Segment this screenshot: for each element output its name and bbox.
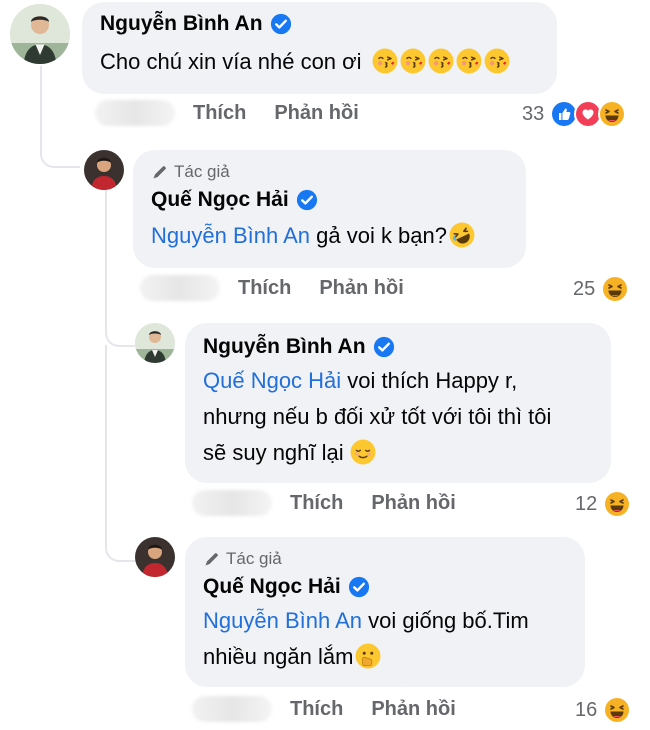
comment-text: Nguyễn Bình An voi giống bố.Tim nhiều ng…: [203, 608, 529, 669]
verified-badge-icon: [296, 189, 318, 211]
like-button[interactable]: Thích: [238, 277, 291, 300]
pen-icon: [151, 163, 169, 181]
comment-actions: Thích Phản hồi: [140, 275, 432, 301]
comment-bubble: Nguyễn Bình An Cho chú xin vía nhé con ơ…: [82, 2, 557, 94]
reaction-count: 12: [575, 492, 598, 515]
comment-bubble: Nguyễn Bình An Quế Ngọc Hải voi thích Ha…: [185, 323, 611, 483]
like-button[interactable]: Thích: [290, 492, 343, 515]
kiss-face-icon: [372, 48, 398, 74]
thread-line: [105, 345, 135, 562]
haha-reaction-icon: [598, 100, 627, 128]
reaction-count: 25: [573, 277, 596, 300]
like-button[interactable]: Thích: [193, 102, 246, 125]
reply-button[interactable]: Phản hồi: [371, 698, 455, 721]
comment-text: Cho chú xin vía nhé con ơi: [100, 44, 539, 80]
commenter-name[interactable]: Quế Ngọc Hải: [151, 188, 289, 212]
reply-button[interactable]: Phản hồi: [371, 492, 455, 515]
comment-actions: Thích Phản hồi: [192, 696, 484, 722]
verified-badge-icon: [373, 336, 395, 358]
avatar-image: [135, 537, 175, 577]
mention-link[interactable]: Quế Ngọc Hải: [203, 368, 341, 393]
reaction-count: 33: [522, 102, 545, 125]
like-button[interactable]: Thích: [290, 698, 343, 721]
reaction-summary[interactable]: 16: [575, 696, 632, 724]
comment-actions: Thích Phản hồi: [192, 490, 484, 516]
thread-line: [105, 190, 135, 347]
verified-badge-icon: [270, 13, 292, 35]
blurred-timestamp: [140, 275, 220, 301]
avatar[interactable]: [84, 150, 124, 190]
rofl-face-icon: [449, 222, 475, 248]
comment-bubble: Tác giả Quế Ngọc Hải Nguyễn Bình An voi …: [185, 537, 585, 687]
avatar-image: [10, 4, 70, 64]
verified-badge-icon: [348, 576, 370, 598]
kiss-face-icon: [484, 48, 510, 74]
kiss-face-icon: [456, 48, 482, 74]
reaction-summary[interactable]: 25: [573, 275, 630, 303]
mention-link[interactable]: Nguyễn Bình An: [151, 223, 310, 248]
blurred-timestamp: [192, 696, 272, 722]
author-badge: Tác giả: [226, 549, 282, 568]
commenter-name[interactable]: Quế Ngọc Hải: [203, 575, 341, 599]
hand-over-mouth-face-icon: [355, 643, 381, 669]
reaction-summary[interactable]: 33: [522, 100, 627, 128]
reply-button[interactable]: Phản hồi: [274, 102, 358, 125]
avatar-image: [84, 150, 124, 190]
relieved-face-icon: [350, 439, 376, 465]
avatar[interactable]: [10, 4, 70, 64]
reaction-count: 16: [575, 698, 598, 721]
mention-link[interactable]: Nguyễn Bình An: [203, 608, 362, 633]
haha-reaction-icon: [603, 696, 632, 724]
comment-bubble: Tác giả Quế Ngọc Hải Nguyễn Bình An gả v…: [133, 150, 526, 268]
blurred-timestamp: [95, 100, 175, 126]
avatar-image: [135, 323, 175, 363]
reaction-summary[interactable]: 12: [575, 490, 632, 518]
comment-text: Nguyễn Bình An gả voi k bạn?: [151, 218, 508, 254]
kiss-face-icon: [428, 48, 454, 74]
haha-reaction-icon: [601, 275, 630, 303]
avatar[interactable]: [135, 323, 175, 363]
comment-text: Quế Ngọc Hải voi thích Happy r, nhưng nế…: [203, 368, 552, 465]
comment-actions: Thích Phản hồi: [95, 100, 387, 126]
avatar[interactable]: [135, 537, 175, 577]
blurred-timestamp: [192, 490, 272, 516]
reply-button[interactable]: Phản hồi: [319, 277, 403, 300]
haha-reaction-icon: [603, 490, 632, 518]
author-badge: Tác giả: [174, 162, 230, 181]
commenter-name[interactable]: Nguyễn Bình An: [100, 12, 263, 36]
commenter-name[interactable]: Nguyễn Bình An: [203, 335, 366, 359]
kiss-face-icon: [400, 48, 426, 74]
pen-icon: [203, 550, 221, 568]
thread-line: [40, 66, 80, 168]
